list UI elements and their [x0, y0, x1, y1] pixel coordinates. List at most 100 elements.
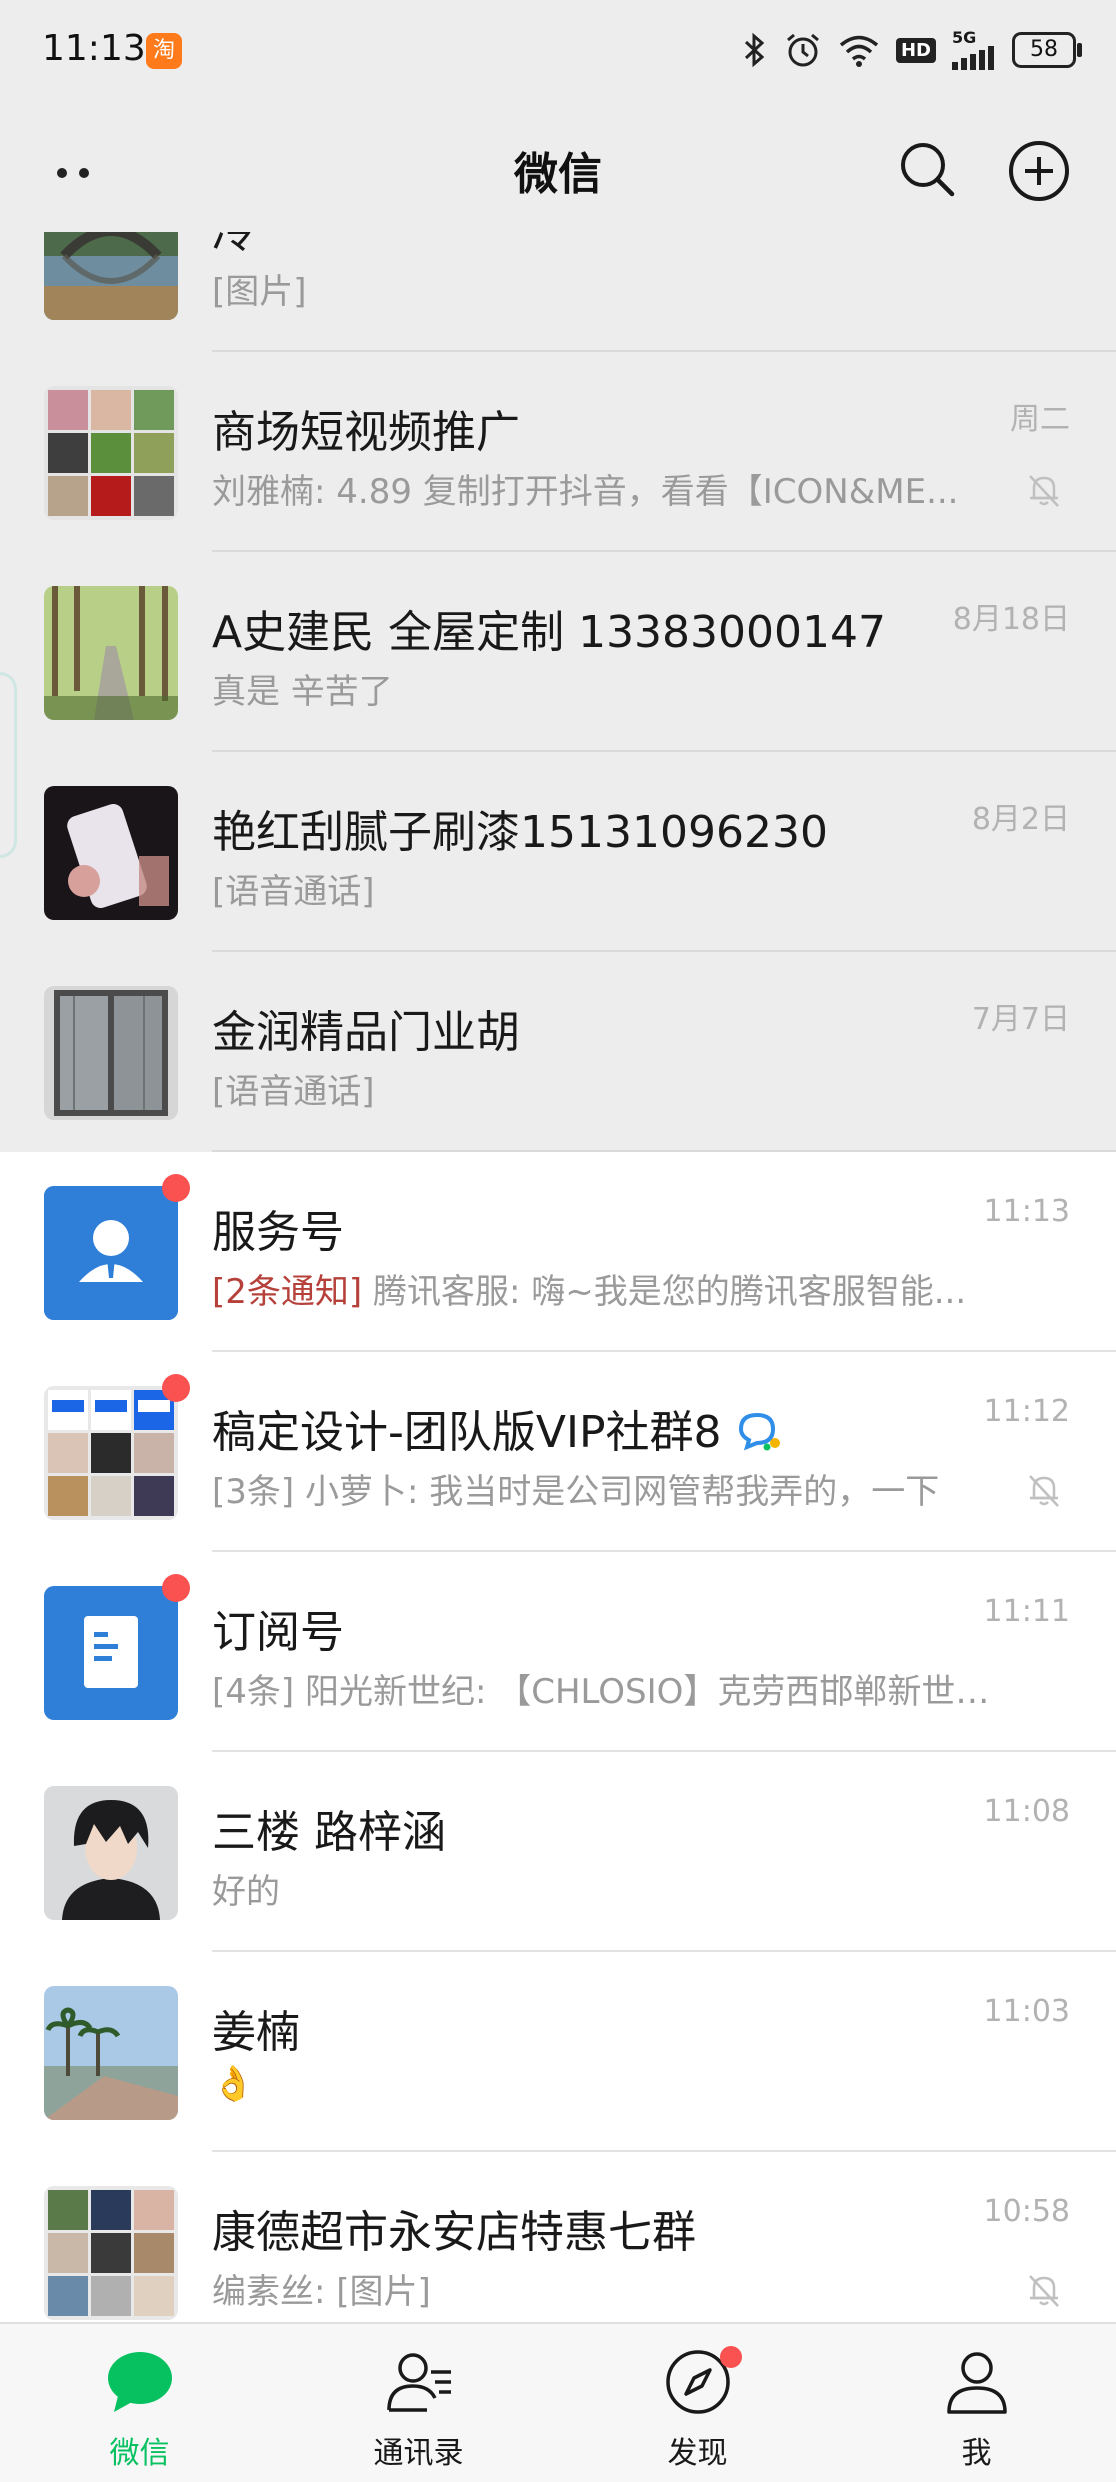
unread-badge — [162, 1374, 190, 1402]
chat-item[interactable]: 冷 周四 [图片] — [0, 232, 1116, 352]
chat-preview: 👌 — [212, 2064, 255, 2104]
glass-door-photo — [44, 986, 178, 1120]
avatar — [44, 986, 178, 1120]
mute-bell-icon — [1029, 475, 1059, 507]
wifi-icon — [839, 35, 879, 67]
chat-name: A史建民 全屋定制 13383000147 — [212, 607, 887, 658]
chat-preview: 编素丝: [图片] — [212, 2272, 431, 2312]
chat-item[interactable]: 商场短视频推广 周二 刘雅楠: 4.89 复制打开抖音，看看【ICON&ME..… — [0, 352, 1116, 552]
battery-indicator: 58 — [1012, 32, 1082, 68]
status-bar: 11:13 淘 HD 5G 58 — [0, 0, 1116, 110]
chat-preview: [3条] 小萝卜: 我当时是公司网管帮我弄的，一下 — [212, 1472, 940, 1512]
tab-label: 微信 — [109, 2436, 170, 2471]
nav-bar: 微信 — [0, 110, 1116, 232]
chat-item[interactable]: 康德超市永安店特惠七群 10:58 编素丝: [图片] — [0, 2152, 1116, 2322]
bottom-tab-bar: 微信 通讯录 发现 我 — [0, 2322, 1116, 2482]
chat-item[interactable]: A史建民 全屋定制 13383000147 8月18日 真是 辛苦了 — [0, 552, 1116, 752]
gaoding-group-avatar — [44, 1386, 178, 1520]
avatar — [44, 386, 178, 520]
chat-bubble-icon — [107, 2352, 172, 2412]
floating-window-edge[interactable] — [0, 672, 17, 858]
subscription-account-icon — [44, 1586, 178, 1720]
enterprise-wechat-icon — [739, 1412, 781, 1451]
chat-preview: [语音通话] — [212, 1072, 375, 1112]
stone-bridge-photo — [44, 232, 178, 320]
tab-discover[interactable]: 发现 — [558, 2324, 837, 2482]
chat-name: 商场短视频推广 — [212, 407, 520, 458]
chat-time: 8月2日 — [971, 802, 1070, 837]
chat-item[interactable]: 服务号 11:13 [2条通知] 腾讯客服: 嗨~我是您的腾讯客服智能... — [0, 1152, 1116, 1352]
alarm-icon — [787, 33, 819, 67]
signal-bars-icon — [952, 46, 994, 70]
avatar — [44, 1186, 178, 1320]
chat-preview: [语音通话] — [212, 872, 375, 912]
palm-beach-photo — [44, 1986, 178, 2120]
avatar — [44, 1786, 178, 1920]
tab-me[interactable]: 我 — [837, 2324, 1116, 2482]
add-circle-icon[interactable] — [1006, 138, 1072, 204]
tree-road-photo — [44, 586, 178, 720]
unread-badge — [162, 1174, 190, 1202]
chat-item[interactable]: 艳红刮腻子刷漆15131096230 8月2日 [语音通话] — [0, 752, 1116, 952]
chat-preview: [4条] 阳光新世纪: 【CHLOSIO】克劳西邯郸新世纪... — [212, 1672, 992, 1712]
chat-time: 11:13 — [983, 1194, 1070, 1229]
unread-badge — [162, 1574, 190, 1602]
avatar — [44, 1586, 178, 1720]
avatar — [44, 786, 178, 920]
search-icon[interactable] — [896, 138, 958, 200]
avatar — [44, 1386, 178, 1520]
contacts-icon — [386, 2353, 451, 2412]
network-type: 5G — [952, 28, 977, 47]
discover-badge — [720, 2346, 742, 2368]
chat-name: 金润精品门业胡 — [212, 1007, 520, 1058]
bluetooth-icon — [744, 32, 765, 68]
avatar — [44, 232, 178, 320]
tab-chats[interactable]: 微信 — [0, 2324, 279, 2482]
avatar — [44, 2186, 178, 2320]
chat-name: 冷 — [212, 232, 256, 258]
chat-item[interactable]: 金润精品门业胡 7月7日 [语音通话] — [0, 952, 1116, 1152]
status-icons: HD 5G 58 — [742, 24, 1082, 76]
chat-time: 8月18日 — [952, 602, 1070, 637]
taobao-notification-icon: 淘 — [146, 33, 182, 69]
hd-voice-badge: HD — [895, 37, 936, 63]
chat-name: 订阅号 — [212, 1607, 344, 1658]
chat-time: 11:11 — [983, 1594, 1070, 1629]
chat-list[interactable]: 冷 周四 [图片] 商场短视频推广 周二 刘雅楠: 4.89 复制打开抖音，看看… — [0, 232, 1116, 2322]
service-account-icon — [44, 1186, 178, 1320]
notify-tag: [2条通知] — [212, 1272, 363, 1312]
chat-preview: 好的 — [212, 1872, 280, 1912]
avatar — [44, 1986, 178, 2120]
cellular-signal: 5G — [952, 30, 996, 70]
chat-time: 7月7日 — [971, 1002, 1070, 1037]
person-icon — [946, 2352, 1007, 2414]
mute-bell-icon — [1029, 2275, 1059, 2307]
group-collage-avatar — [44, 2186, 178, 2320]
chat-name: 艳红刮腻子刷漆15131096230 — [212, 807, 828, 858]
chat-time: 11:08 — [983, 1794, 1070, 1829]
chat-preview: [图片] — [212, 272, 307, 312]
chat-preview-text: 腾讯客服: 嗨~我是您的腾讯客服智能... — [362, 1272, 967, 1312]
tab-label: 我 — [961, 2436, 992, 2471]
chat-name: 服务号 — [212, 1207, 344, 1258]
chat-preview: 刘雅楠: 4.89 复制打开抖音，看看【ICON&ME... — [212, 472, 959, 512]
tab-label: 通讯录 — [373, 2436, 464, 2471]
chat-item[interactable]: 三楼 路梓涵 11:08 好的 — [0, 1752, 1116, 1952]
anime-portrait-avatar — [44, 1786, 178, 1920]
chat-item[interactable]: 姜楠 11:03 👌 — [0, 1952, 1116, 2152]
mute-bell-icon — [1029, 1475, 1059, 1507]
avatar — [44, 586, 178, 720]
chat-time: 10:58 — [983, 2194, 1070, 2229]
phone-case-photo — [44, 786, 178, 920]
chat-preview: 真是 辛苦了 — [212, 672, 393, 712]
chat-name: 姜楠 — [212, 2007, 300, 2058]
chat-item[interactable]: 订阅号 11:11 [4条] 阳光新世纪: 【CHLOSIO】克劳西邯郸新世纪.… — [0, 1552, 1116, 1752]
chat-time: 周二 — [1010, 402, 1070, 437]
tab-label: 发现 — [667, 2436, 728, 2471]
group-collage-avatar — [44, 386, 178, 520]
tab-contacts[interactable]: 通讯录 — [279, 2324, 558, 2482]
chat-item[interactable]: 稿定设计-团队版VIP社群8 11:12 [3条] 小萝卜: 我当时是公司网管帮… — [0, 1352, 1116, 1552]
status-time: 11:13 — [42, 28, 146, 69]
chat-name-text: 稿定设计-团队版VIP社群8 — [212, 1407, 722, 1458]
chat-name: 三楼 路梓涵 — [212, 1807, 446, 1858]
